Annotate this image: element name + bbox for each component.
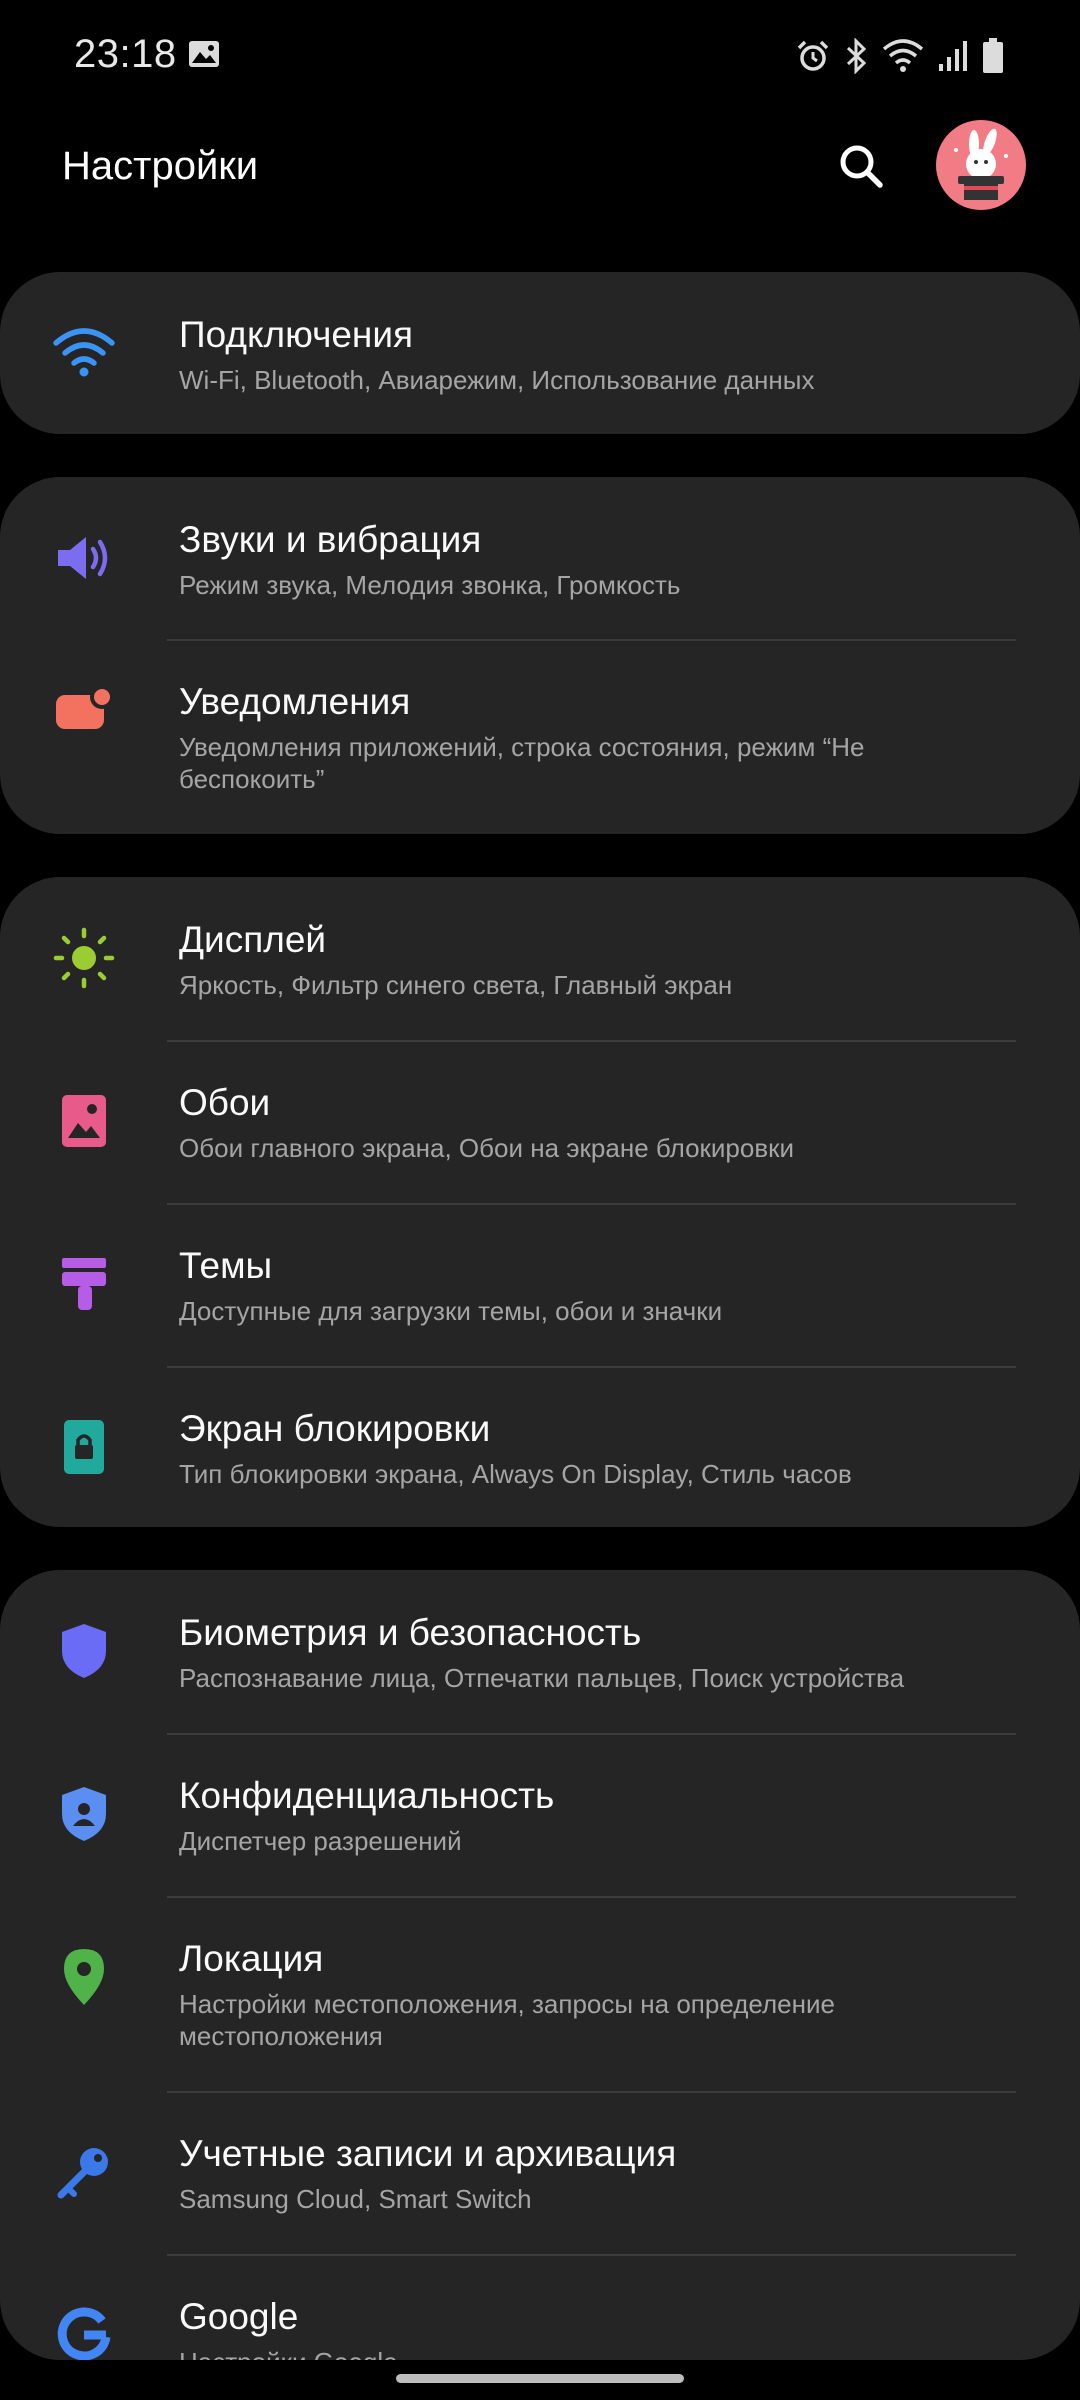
settings-item-lockscreen[interactable]: Экран блокировки Тип блокировки экрана, … [0, 1366, 1080, 1527]
signal-icon [939, 41, 967, 71]
settings-item-google[interactable]: Google Настройки Google [0, 2254, 1080, 2360]
avatar[interactable] [936, 120, 1026, 210]
item-title: Темы [179, 1245, 273, 1286]
home-indicator[interactable] [396, 2374, 684, 2383]
privacy-shield-icon [48, 1778, 120, 1850]
settings-item-wallpaper[interactable]: Обои Обои главного экрана, Обои на экран… [0, 1040, 1080, 1203]
settings-item-location[interactable]: Локация Настройки местоположения, запрос… [0, 1896, 1080, 2091]
item-subtitle: Настройки Google [179, 2346, 930, 2360]
gallery-notification-icon [189, 41, 219, 67]
item-title: Биометрия и безопасность [179, 1612, 642, 1653]
settings-group-security: Биометрия и безопасность Распознавание л… [0, 1570, 1080, 2360]
item-subtitle: Распознавание лица, Отпечатки пальцев, П… [179, 1663, 905, 1693]
item-subtitle: Режим звука, Мелодия звонка, Громкость [179, 570, 681, 600]
item-subtitle: Яркость, Фильтр синего света, Главный эк… [179, 970, 733, 1000]
wifi-status-icon [882, 39, 924, 72]
settings-item-connections[interactable]: Подключения Wi-Fi, Bluetooth, Авиарежим,… [0, 272, 1080, 434]
lock-icon [48, 1411, 120, 1483]
item-subtitle: Уведомления приложений, строка состояния… [179, 732, 865, 794]
item-title: Google [179, 2296, 299, 2337]
item-subtitle: Тип блокировки экрана, Always On Display… [179, 1459, 852, 1489]
google-icon [48, 2299, 120, 2360]
item-subtitle: Доступные для загрузки темы, обои и знач… [179, 1296, 723, 1326]
item-title: Конфиденциальность [179, 1775, 555, 1816]
settings-item-biometrics[interactable]: Биометрия и безопасность Распознавание л… [0, 1570, 1080, 1733]
notification-icon [48, 673, 120, 745]
status-time: 23:18 [74, 32, 177, 76]
settings-group-display: Дисплей Яркость, Фильтр синего света, Гл… [0, 877, 1080, 1527]
item-subtitle: Wi-Fi, Bluetooth, Авиарежим, Использован… [179, 365, 815, 395]
settings-group-connections: Подключения Wi-Fi, Bluetooth, Авиарежим,… [0, 272, 1080, 434]
location-pin-icon [48, 1941, 120, 2013]
item-subtitle: Samsung Cloud, Smart Switch [179, 2184, 532, 2214]
search-button[interactable] [830, 135, 892, 197]
rabbit-avatar-icon [954, 128, 1008, 200]
item-title: Уведомления [179, 681, 411, 722]
item-title: Подключения [179, 314, 414, 355]
settings-item-privacy[interactable]: Конфиденциальность Диспетчер разрешений [0, 1733, 1080, 1896]
settings-item-accounts[interactable]: Учетные записи и архивация Samsung Cloud… [0, 2091, 1080, 2254]
item-subtitle: Настройки местоположения, запросы на опр… [179, 1989, 835, 2051]
item-title: Учетные записи и архивация [179, 2133, 677, 2174]
settings-item-themes[interactable]: Темы Доступные для загрузки темы, обои и… [0, 1203, 1080, 1366]
settings-item-sounds[interactable]: Звуки и вибрация Режим звука, Мелодия зв… [0, 477, 1080, 639]
wifi-icon [48, 317, 120, 389]
key-icon [48, 2136, 120, 2208]
item-subtitle: Обои главного экрана, Обои на экране бло… [179, 1133, 795, 1163]
wallpaper-icon [48, 1085, 120, 1157]
item-title: Локация [179, 1938, 324, 1979]
search-icon [840, 145, 883, 188]
item-title: Экран блокировки [179, 1408, 491, 1449]
bluetooth-icon [846, 38, 867, 74]
status-bar: 23:18 [0, 0, 1080, 110]
page-title: Настройки [62, 144, 259, 188]
header: Настройки [0, 120, 1080, 230]
speaker-icon [48, 522, 120, 594]
settings-item-notifications[interactable]: Уведомления Уведомления приложений, стро… [0, 639, 1080, 834]
shield-icon [48, 1615, 120, 1687]
settings-group-sound-notifications: Звуки и вибрация Режим звука, Мелодия зв… [0, 477, 1080, 834]
item-title: Звуки и вибрация [179, 519, 482, 560]
sun-icon [48, 922, 120, 994]
item-subtitle: Диспетчер разрешений [179, 1826, 462, 1856]
settings-item-display[interactable]: Дисплей Яркость, Фильтр синего света, Гл… [0, 877, 1080, 1040]
battery-icon [983, 38, 1003, 73]
item-title: Дисплей [179, 919, 327, 960]
alarm-icon [797, 40, 829, 71]
paintbrush-icon [48, 1248, 120, 1320]
item-title: Обои [179, 1082, 271, 1123]
